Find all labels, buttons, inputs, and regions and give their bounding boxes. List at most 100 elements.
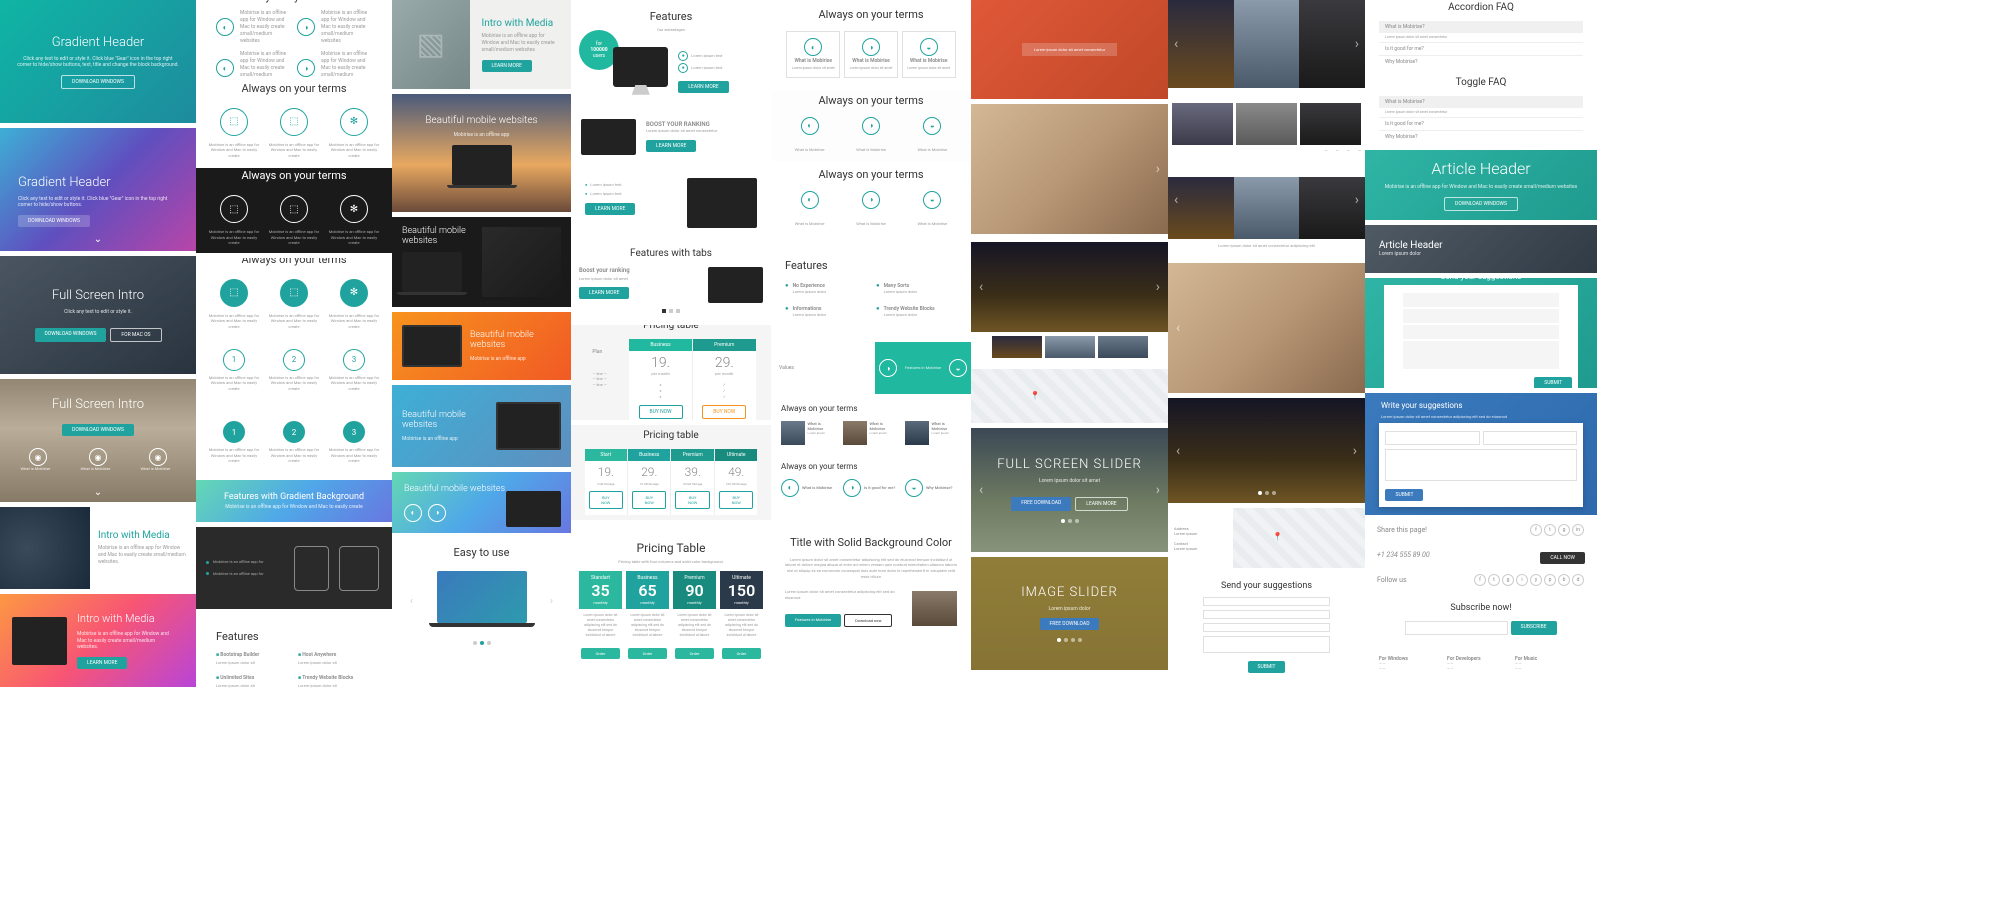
mobile-websites-4[interactable]: Beautiful mobile websitesMobirise is an …: [392, 385, 571, 467]
toggle-faq[interactable]: Toggle FAQ What is Mobirise? Lorem ipsum…: [1365, 75, 1597, 145]
social-6-icon[interactable]: p: [1544, 574, 1556, 586]
article-header-1[interactable]: Article Header Mobirise is an offline ap…: [1365, 150, 1597, 220]
thumb-3[interactable]: [1098, 336, 1148, 358]
slider-architecture[interactable]: ›: [971, 104, 1168, 234]
slider-thumbs-row-1[interactable]: ‹ ›: [1168, 0, 1365, 88]
thumb-2[interactable]: [1236, 103, 1297, 145]
pricing-table-1[interactable]: Pricing table Plan— line —— line —— line…: [571, 325, 771, 420]
social-gp-icon[interactable]: g: [1558, 524, 1570, 536]
always-terms-1[interactable]: Always on your terms ◐Mobirise is an off…: [196, 0, 392, 78]
fullscreen-slider[interactable]: FULL SCREEN SLIDER Lorem ipsum dolor sit…: [971, 428, 1168, 552]
accordion-item-1[interactable]: What is Mobirise?: [1379, 21, 1583, 33]
social-7-icon[interactable]: b: [1558, 574, 1570, 586]
social-3-icon[interactable]: g: [1502, 574, 1514, 586]
mobile-websites-2[interactable]: Beautiful mobile websites: [392, 217, 571, 307]
terms-icons-row[interactable]: Always on your terms ◐What is Mobirise ◑…: [771, 454, 971, 504]
thumb-2[interactable]: [1234, 177, 1300, 239]
download-windows-button[interactable]: DOWNLOAD WINDOWS: [35, 328, 107, 342]
prev-arrow-icon[interactable]: ‹: [979, 279, 983, 295]
download-button[interactable]: DOWNLOAD WINDOWS: [61, 75, 135, 89]
message-input[interactable]: [1385, 449, 1576, 481]
next-arrow-icon[interactable]: ›: [1156, 161, 1160, 177]
fullscreen-intro-1[interactable]: Full Screen Intro Click any text to edit…: [0, 256, 196, 374]
social-5-icon[interactable]: y: [1530, 574, 1542, 586]
subscribe-block[interactable]: Subscribe now! SUBSCRIBE: [1365, 595, 1597, 643]
intro-media-1[interactable]: Intro with Media Mobirise is an offline …: [0, 507, 196, 589]
social-8-icon[interactable]: d: [1572, 574, 1584, 586]
email-input[interactable]: [1483, 431, 1577, 445]
teal-cta-block[interactable]: Values ◑Features in Mobirise◒: [771, 342, 971, 394]
features-button[interactable]: Features in Mobirise: [785, 614, 841, 627]
terms-cards-1[interactable]: Always on your terms ◐What is MobiriseLo…: [771, 0, 971, 86]
city-slide[interactable]: ‹ ›: [1168, 398, 1365, 503]
mobile-websites-5[interactable]: Beautiful mobile websites ◐◑: [392, 472, 571, 533]
next-arrow-icon[interactable]: ›: [1156, 482, 1160, 498]
buy-button[interactable]: BUY NOW: [719, 491, 753, 509]
social-fb-icon[interactable]: f: [1530, 524, 1542, 536]
thumb-2[interactable]: [1045, 336, 1095, 358]
social-4-icon[interactable]: i: [1516, 574, 1528, 586]
prev-arrow-icon[interactable]: ‹: [1176, 443, 1180, 459]
thumb-3[interactable]: [1300, 103, 1361, 145]
mobile-websites-3[interactable]: Beautiful mobile websitesMobirise is an …: [392, 312, 571, 380]
always-terms-dark[interactable]: Always on your terms ⬚Mobirise is an off…: [196, 168, 392, 253]
next-arrow-icon[interactable]: ›: [1355, 36, 1359, 52]
features-2col[interactable]: Features ●No ExperienceLorem ipsum dolor…: [771, 239, 971, 337]
order-button[interactable]: Order: [722, 648, 761, 659]
image-slider[interactable]: IMAGE SLIDER Lorem ipsum dolor FREE DOWN…: [971, 557, 1168, 670]
buy-button[interactable]: BUY NOW: [632, 491, 666, 509]
prev-arrow-icon[interactable]: ‹: [1174, 192, 1178, 208]
message-input[interactable]: [1203, 636, 1330, 653]
terms-bg[interactable]: Always on your terms ◐◑◒ What is Mobiris…: [771, 91, 971, 161]
name-input[interactable]: [1203, 597, 1330, 606]
boost-ranking[interactable]: BOOST YOUR RANKINGLorem ipsum dolor sit …: [571, 108, 771, 165]
buy-button[interactable]: BUY NOW: [589, 491, 623, 509]
toggle-item-3[interactable]: Why Mobirise?: [1379, 130, 1583, 143]
title-solid-bg[interactable]: Title with Solid Background Color Lorem …: [771, 509, 971, 654]
numbered-steps-2[interactable]: 1Mobirise is an offline app for Window a…: [196, 410, 392, 475]
download-button[interactable]: DOWNLOAD WINDOWS: [1444, 197, 1518, 211]
numbered-steps-1[interactable]: 1Mobirise is an offline app for Window a…: [196, 335, 392, 405]
mobile-websites-1[interactable]: Beautiful mobile websites Mobirise is an…: [392, 94, 571, 212]
chevron-down-icon[interactable]: ⌄: [94, 487, 102, 498]
thumb-3[interactable]: [1299, 177, 1365, 239]
social-2-icon[interactable]: t: [1488, 574, 1500, 586]
next-arrow-icon[interactable]: ›: [550, 596, 553, 607]
order-button[interactable]: Order: [675, 648, 714, 659]
next-arrow-icon[interactable]: ›: [1353, 443, 1357, 459]
chevron-down-icon[interactable]: ⌄: [94, 234, 102, 245]
pricing-table-2[interactable]: Pricing table Start19.3 GB StorageBUY NO…: [571, 425, 771, 520]
name-input[interactable]: [1403, 293, 1558, 307]
share-row[interactable]: Share this page! ftgin: [1365, 520, 1597, 540]
prev-arrow-icon[interactable]: ‹: [979, 482, 983, 498]
features-list[interactable]: Features ■ Bootstrap BuilderLorem ipsum …: [196, 614, 392, 704]
always-terms-2[interactable]: Always on your terms ⬚Mobirise is an off…: [196, 83, 392, 163]
terms-3[interactable]: Always on your terms ◐◑◒ What is Mobiris…: [771, 166, 971, 234]
social-1-icon[interactable]: f: [1474, 574, 1486, 586]
tab-dot-3[interactable]: [676, 309, 680, 313]
article-header-2[interactable]: Article Header Lorem ipsum dolor: [1365, 225, 1597, 273]
message-input[interactable]: [1403, 341, 1558, 369]
download-button[interactable]: FREE DOWNLOAD: [1011, 497, 1071, 511]
learn-more-button[interactable]: LEARN MORE: [646, 140, 696, 152]
toggle-item-2[interactable]: Is it good for me?: [1379, 117, 1583, 130]
prev-arrow-icon[interactable]: ‹: [1176, 320, 1180, 336]
pricing-table-3[interactable]: Pricing Table Pricing table with four co…: [571, 525, 771, 675]
learn-more-button[interactable]: LEARN MORE: [1075, 497, 1127, 511]
thumb-1[interactable]: [992, 336, 1042, 358]
order-button[interactable]: Order: [581, 648, 620, 659]
always-terms-4[interactable]: Always on your terms ⬚Mobirise is an off…: [196, 258, 392, 330]
features-advantages[interactable]: Features Our advantages for100000users ●…: [571, 0, 771, 103]
email-input[interactable]: [1403, 309, 1558, 323]
social-tw-icon[interactable]: t: [1544, 524, 1556, 536]
learn-more-button[interactable]: LEARN MORE: [579, 287, 629, 299]
big-building-slide[interactable]: ‹: [1168, 263, 1365, 393]
download-button[interactable]: DOWNLOAD WINDOWS: [18, 215, 90, 227]
easy-to-use[interactable]: Easy to use ‹ ›: [392, 538, 571, 653]
thumb-1[interactable]: [1168, 177, 1234, 239]
next-arrow-icon[interactable]: ›: [1355, 192, 1359, 208]
submit-button[interactable]: SUBMIT: [1385, 489, 1423, 501]
learn-more-button[interactable]: LEARN MORE: [482, 60, 532, 72]
suggestions-form[interactable]: Send your suggestions SUBMIT: [1168, 573, 1365, 681]
map-block-1[interactable]: [971, 369, 1168, 423]
